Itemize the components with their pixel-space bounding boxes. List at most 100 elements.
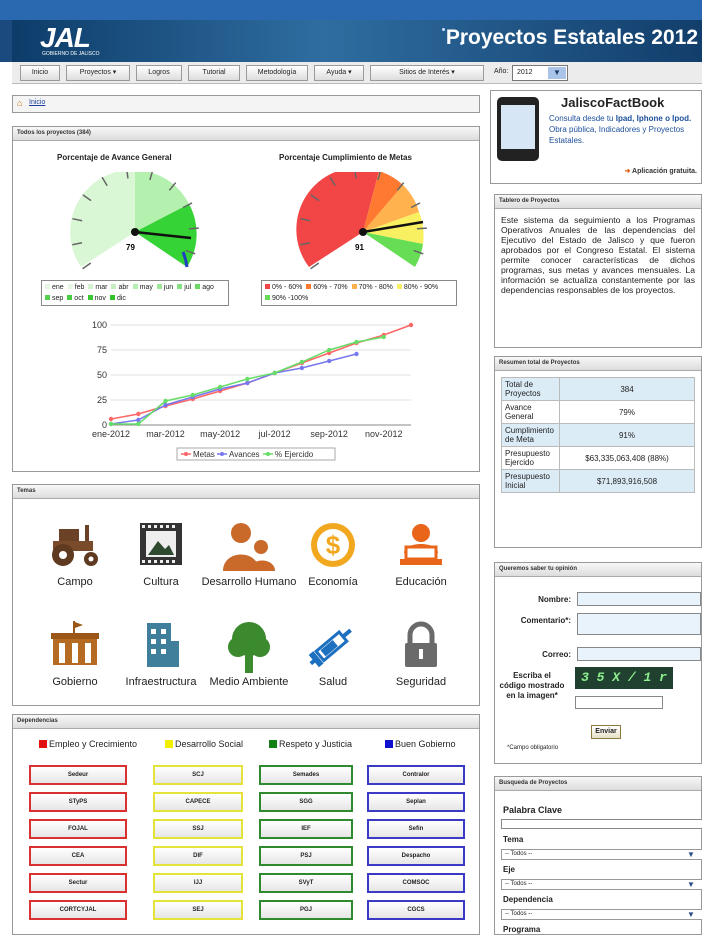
tema-salud[interactable]: Salud (283, 621, 383, 721)
dep-button-styps[interactable]: STyPS (29, 792, 127, 812)
eje-select[interactable]: -- Todos -- ▼ (501, 879, 702, 890)
legend-label: feb (74, 284, 85, 291)
nombre-input[interactable] (577, 592, 701, 606)
header-banner: JAL GOBIERNO DE JALISCO Proyectos Estata… (12, 20, 702, 62)
legend-item: mar (88, 284, 107, 291)
tema-campo[interactable]: Campo (25, 521, 125, 621)
dep-button-svyt[interactable]: SVyT (259, 873, 353, 893)
factbook-text-2: Obra pública, Indicadores y Proyectos Es… (549, 125, 685, 145)
factbook-cta[interactable]: ➜ Aplicación gratuita. (624, 167, 697, 175)
campo-obligatorio-note: *Campo obligatorio (507, 745, 559, 751)
year-select[interactable]: 2012 ▼ (512, 65, 568, 81)
series-point (326, 347, 332, 353)
dep-button-sedeur[interactable]: Sedeur (29, 765, 127, 785)
dep-button-psj[interactable]: PSJ (259, 846, 353, 866)
factbook-title: JaliscoFactBook (561, 95, 665, 110)
tema-seguridad[interactable]: Seguridad (371, 621, 471, 721)
enviar-button[interactable]: Enviar (591, 725, 621, 739)
legend-item: feb (67, 284, 85, 291)
y-tick-label: 100 (92, 320, 107, 330)
menu-metodologia[interactable]: Metodología (246, 65, 308, 81)
legend-item: ene (45, 284, 64, 291)
gauge-avance-title: Porcentaje de Avance General (57, 153, 172, 162)
eje-select-value: -- Todos -- (505, 881, 533, 887)
x-tick-label: ene-2012 (92, 429, 130, 439)
dep-button-sej[interactable]: SEJ (153, 900, 243, 920)
tema-select-value: -- Todos -- (505, 851, 533, 857)
dep-button-ssj[interactable]: SSJ (153, 819, 243, 839)
dep-button-cortcyjal[interactable]: CORTCYJAL (29, 900, 127, 920)
gauge-avance: 79 (41, 172, 229, 278)
legend-swatch (45, 284, 50, 289)
legend-swatch (351, 284, 357, 289)
dep-button-cea[interactable]: CEA (29, 846, 127, 866)
x-tick-label: nov-2012 (365, 429, 403, 439)
palabra-clave-input[interactable] (501, 819, 702, 829)
dep-legend-label: Respeto y Justicia (279, 739, 353, 749)
legend-swatch (156, 284, 162, 289)
dep-button-seplan[interactable]: Seplan (367, 792, 465, 812)
correo-input[interactable] (577, 647, 701, 661)
x-tick-label: may-2012 (200, 429, 240, 439)
reader-icon (371, 521, 471, 574)
dep-button-dif[interactable]: DIF (153, 846, 243, 866)
dependencias-header: Dependencias (13, 715, 479, 729)
resumen-key: Avance General (501, 400, 560, 424)
jal-logo[interactable]: JAL (40, 22, 91, 54)
dep-button-pgj[interactable]: PGJ (259, 900, 353, 920)
dep-button-capece[interactable]: CAPECE (153, 792, 243, 812)
legend-item: may (132, 284, 153, 291)
comentario-textarea[interactable] (577, 613, 701, 635)
dollar-icon: $ (283, 521, 383, 574)
dep-button-despacho[interactable]: Despacho (367, 846, 465, 866)
series-point (108, 421, 114, 427)
tema-gobierno[interactable]: Gobierno (25, 621, 125, 721)
series-point (136, 411, 141, 417)
dep-button-contralor[interactable]: Contralor (367, 765, 465, 785)
resumen-row: Total de Proyectos 384 (501, 377, 695, 401)
menu-tutorial[interactable]: Tutorial (188, 65, 240, 81)
tablero-text: Este sistema da seguimiento a los Progra… (501, 215, 695, 295)
series-point (217, 384, 223, 390)
legend-item: sep (45, 295, 63, 302)
dep-button-sgg[interactable]: SGG (259, 792, 353, 812)
left-accent-bar (0, 20, 12, 62)
breadcrumb-inicio-link[interactable]: Inicio (29, 99, 45, 106)
resumen-row: Presupuesto Ejercido $63,335,063,408 (88%… (501, 446, 695, 470)
series-point (381, 334, 386, 340)
dep-button-fojal[interactable]: FOJAL (29, 819, 127, 839)
factbook-ad[interactable]: JaliscoFactBook Consulta desde tu Ipad, … (490, 90, 702, 184)
menu-inicio[interactable]: Inicio (20, 65, 60, 81)
tema-educacion[interactable]: Educación (371, 521, 471, 621)
menu-ayuda[interactable]: Ayuda ▾ (314, 65, 364, 81)
tema-infraestructura[interactable]: Infraestructura (111, 621, 211, 721)
dep-button-ief[interactable]: IEF (259, 819, 353, 839)
dep-button-semades[interactable]: Semades (259, 765, 353, 785)
dep-button-ijj[interactable]: IJJ (153, 873, 243, 893)
tema-select[interactable]: -- Todos -- ▼ (501, 849, 702, 860)
series-point (326, 358, 332, 364)
legend-label: abr (118, 284, 129, 291)
gauge-tick (416, 227, 427, 230)
dep-button-scj[interactable]: SCJ (153, 765, 243, 785)
captcha-input[interactable] (575, 696, 663, 709)
menu-sitios-interes[interactable]: Sitios de Interés ▾ (370, 65, 484, 81)
legend-label: Avances (229, 450, 260, 459)
resumen-row: Presupuesto Inicial $71,893,916,508 (501, 469, 695, 493)
menu-proyectos[interactable]: Proyectos ▾ (66, 65, 130, 81)
tema-cultura[interactable]: Cultura (111, 521, 211, 621)
tema-economia[interactable]: $ Economía (283, 521, 383, 621)
legend-label: 80% - 90% (403, 284, 439, 291)
dep-button-sefin[interactable]: Sefin (367, 819, 465, 839)
dep-legend-label: Desarrollo Social (175, 739, 244, 749)
dep-button-comsoc[interactable]: COMSOC (367, 873, 465, 893)
dep-button-sectur[interactable]: Sectur (29, 873, 127, 893)
dependencia-select[interactable]: -- Todos -- ▼ (501, 909, 702, 920)
logo-subtitle: GOBIERNO DE JALISCO (42, 51, 100, 57)
menu-logros[interactable]: Logros (136, 65, 182, 81)
gauge-metas-legend: 0% - 60% 60% - 70% 70% - 80% 80% - 90% 90% -… (261, 280, 457, 306)
dep-button-cgcs[interactable]: CGCS (367, 900, 465, 920)
legend-label: Metas (193, 450, 215, 459)
x-tick-label: sep-2012 (310, 429, 348, 439)
legend-marker (220, 452, 224, 456)
